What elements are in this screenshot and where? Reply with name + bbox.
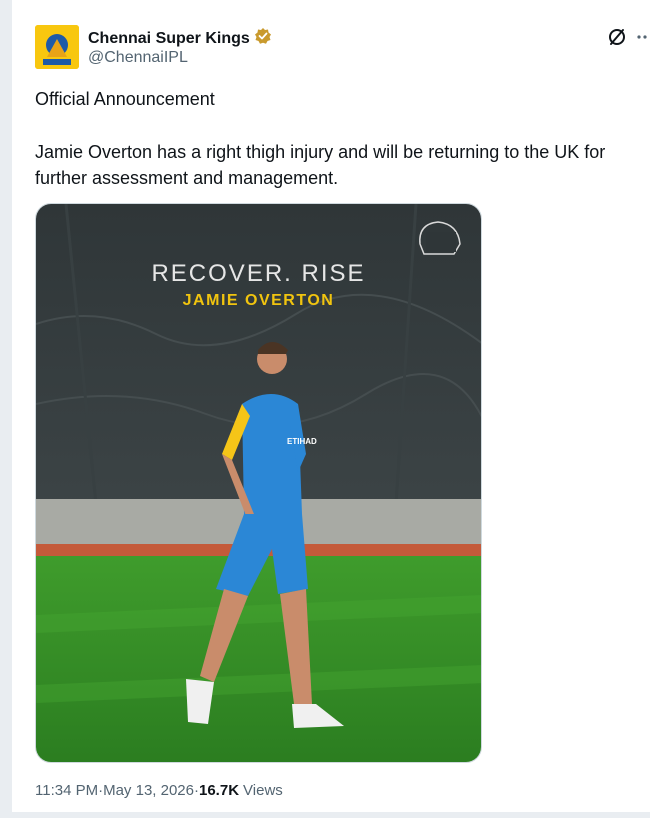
author-name-row: Chennai Super Kings xyxy=(88,27,272,50)
verified-badge-icon xyxy=(254,27,272,50)
views-label: Views xyxy=(243,782,283,799)
shirt-sponsor-text: ETIHAD xyxy=(287,437,317,446)
tweet-time[interactable]: 11:34 PM xyxy=(35,782,98,799)
tweet-media-image[interactable]: ETIHAD RECOVER. RISE JAMIE OVERTON xyxy=(35,203,482,763)
tweet-card: Chennai Super Kings @ChennaiIPL Official… xyxy=(12,0,650,812)
more-options-icon[interactable] xyxy=(634,24,650,50)
author-handle[interactable]: @ChennaiIPL xyxy=(88,49,188,67)
tweet-text-heading: Official Announcement xyxy=(35,89,215,109)
tweet-meta: 11:34 PM · May 13, 2026 · 16.7K Views xyxy=(35,782,283,799)
views-count: 16.7K xyxy=(199,782,240,799)
tweet-text-body: Jamie Overton has a right thigh injury a… xyxy=(35,142,606,188)
display-name[interactable]: Chennai Super Kings xyxy=(88,30,250,48)
media-subheadline: JAMIE OVERTON xyxy=(182,292,335,309)
grok-icon[interactable] xyxy=(604,24,630,50)
avatar[interactable] xyxy=(35,25,79,69)
media-headline: RECOVER. RISE xyxy=(151,260,366,287)
tweet-date[interactable]: May 13, 2026 xyxy=(103,782,194,799)
